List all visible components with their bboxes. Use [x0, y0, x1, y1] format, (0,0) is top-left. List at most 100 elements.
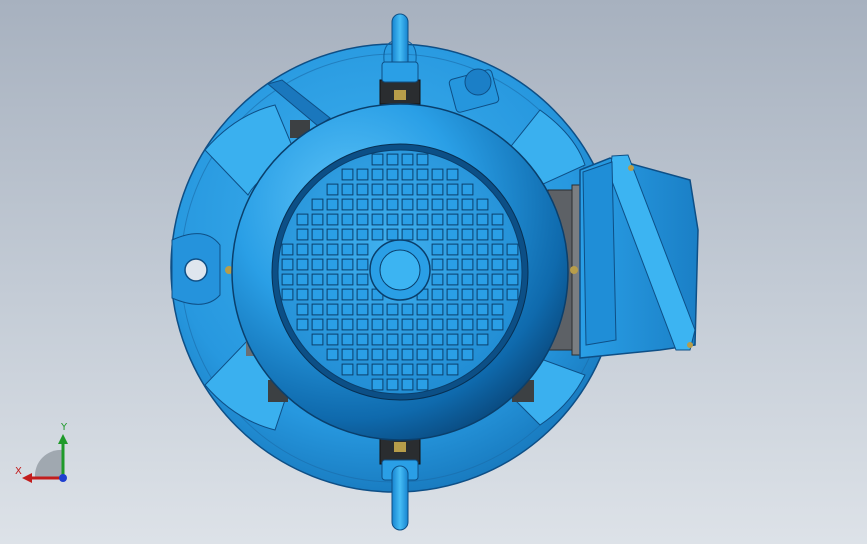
grid-opening: [401, 228, 414, 241]
grid-opening: [461, 183, 474, 196]
grid-opening: [446, 333, 459, 346]
grid-opening: [416, 378, 429, 391]
grid-opening: [386, 198, 399, 211]
grid-opening: [506, 243, 519, 256]
grid-opening: [371, 333, 384, 346]
grid-opening: [356, 318, 369, 331]
grid-opening: [326, 213, 339, 226]
grid-opening: [356, 363, 369, 376]
grid-opening: [446, 348, 459, 361]
grid-opening: [476, 243, 489, 256]
grid-opening: [401, 153, 414, 166]
grid-opening: [461, 258, 474, 271]
grid-opening: [311, 228, 324, 241]
grid-opening: [446, 318, 459, 331]
grid-opening: [311, 258, 324, 271]
grid-opening: [461, 303, 474, 316]
grid-opening: [326, 183, 339, 196]
grid-opening: [281, 288, 294, 301]
grid-opening: [401, 378, 414, 391]
grid-opening: [461, 348, 474, 361]
grid-opening: [491, 213, 504, 226]
grid-opening: [446, 228, 459, 241]
grid-opening: [356, 288, 369, 301]
grid-opening: [416, 333, 429, 346]
grid-opening: [296, 318, 309, 331]
grid-opening: [431, 273, 444, 286]
grid-opening: [326, 258, 339, 271]
grid-opening: [296, 273, 309, 286]
grid-opening: [386, 183, 399, 196]
grid-opening: [296, 228, 309, 241]
grid-opening: [431, 348, 444, 361]
grid-opening: [416, 168, 429, 181]
grid-opening: [296, 303, 309, 316]
grid-opening: [296, 243, 309, 256]
grid-opening: [431, 288, 444, 301]
grid-opening: [506, 258, 519, 271]
grid-opening: [296, 258, 309, 271]
motor-model[interactable]: [0, 0, 867, 544]
grid-opening: [401, 363, 414, 376]
grid-opening: [386, 318, 399, 331]
grid-opening: [446, 258, 459, 271]
grid-opening: [461, 198, 474, 211]
graphics-viewport[interactable]: Y X: [0, 0, 867, 544]
grid-opening: [476, 228, 489, 241]
grid-opening: [416, 303, 429, 316]
grid-opening: [281, 243, 294, 256]
grid-opening: [401, 303, 414, 316]
grid-opening: [341, 363, 354, 376]
grid-opening: [341, 288, 354, 301]
grid-opening: [476, 303, 489, 316]
grid-opening: [326, 228, 339, 241]
grid-opening: [386, 153, 399, 166]
grid-opening: [326, 348, 339, 361]
grid-opening: [461, 228, 474, 241]
grid-opening: [431, 183, 444, 196]
grid-opening: [326, 333, 339, 346]
grid-opening: [431, 303, 444, 316]
grid-opening: [281, 273, 294, 286]
grid-opening: [311, 243, 324, 256]
grid-opening: [326, 198, 339, 211]
grid-opening: [341, 273, 354, 286]
grid-opening: [431, 198, 444, 211]
grid-opening: [491, 273, 504, 286]
grid-opening: [491, 318, 504, 331]
grid-opening: [461, 273, 474, 286]
grid-opening: [356, 243, 369, 256]
grid-opening: [446, 168, 459, 181]
grid-opening: [296, 288, 309, 301]
grid-opening: [461, 213, 474, 226]
grid-opening: [431, 258, 444, 271]
grid-opening: [371, 198, 384, 211]
grid-opening: [446, 288, 459, 301]
grid-opening: [386, 168, 399, 181]
grid-opening: [446, 363, 459, 376]
grid-opening: [311, 273, 324, 286]
grid-opening: [416, 198, 429, 211]
flange-bolt-hole: [171, 233, 221, 305]
grid-opening: [431, 228, 444, 241]
grid-opening: [416, 153, 429, 166]
grid-opening: [416, 228, 429, 241]
grid-opening: [446, 198, 459, 211]
grid-opening: [356, 333, 369, 346]
grid-opening: [356, 348, 369, 361]
grid-opening: [341, 333, 354, 346]
grid-opening: [491, 228, 504, 241]
grid-opening: [326, 288, 339, 301]
grid-opening: [461, 318, 474, 331]
grid-opening: [491, 303, 504, 316]
grid-opening: [341, 198, 354, 211]
grid-opening: [371, 168, 384, 181]
grid-opening: [386, 363, 399, 376]
grid-opening: [401, 213, 414, 226]
grid-opening: [446, 273, 459, 286]
grid-opening: [476, 273, 489, 286]
grid-opening: [371, 378, 384, 391]
grid-opening: [476, 258, 489, 271]
grid-opening: [371, 183, 384, 196]
grid-opening: [431, 243, 444, 256]
